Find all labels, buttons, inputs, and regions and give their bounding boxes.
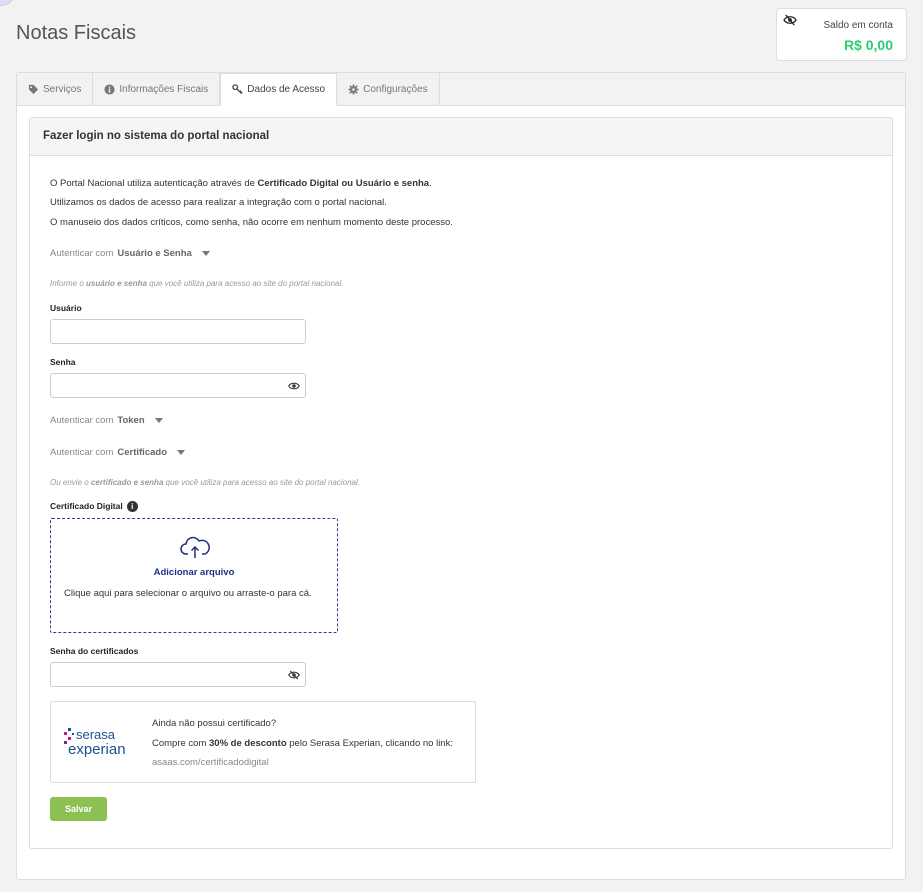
caret-down-icon: [201, 251, 210, 256]
tab-servicos[interactable]: Serviços: [17, 73, 94, 105]
toggle-bold: Token: [117, 415, 145, 426]
password-input[interactable]: [50, 373, 306, 398]
intro-text: O Portal Nacional utiliza autenticação a…: [50, 178, 258, 189]
toggle-auth-user-password[interactable]: Autenticar com Usuário e Senha: [50, 248, 210, 259]
tab-dados-de-acesso[interactable]: Dados de Acesso: [220, 73, 338, 106]
upload-title: Adicionar arquivo: [153, 567, 235, 578]
user-label: Usuário: [50, 303, 82, 313]
upload-description: Clique aqui para selecionar o arquivo ou…: [64, 588, 312, 599]
user-hint: Informe o usuário e senha que você utili…: [50, 279, 344, 288]
toggle-auth-certificate[interactable]: Autenticar com Certificado: [50, 447, 185, 458]
cloud-upload-icon: [180, 536, 210, 558]
eye-slash-icon[interactable]: [783, 14, 797, 26]
info-icon: [104, 83, 115, 95]
hint-emphasis: certificado e senha: [90, 478, 164, 487]
tab-label: Dados de Acesso: [247, 84, 326, 95]
offer-text: Compre com: [152, 738, 210, 749]
toggle-prefix: Autenticar com: [50, 248, 114, 259]
save-button[interactable]: Salvar: [50, 797, 107, 821]
tab-informacoes-fiscais[interactable]: Informações Fiscais: [93, 73, 221, 105]
tag-icon: [28, 84, 39, 94]
toggle-prefix: Autenticar com: [50, 447, 114, 458]
eye-icon[interactable]: [288, 381, 300, 391]
balance-value: R$ 0,00: [843, 37, 893, 53]
corner-decoration: [0, 0, 14, 6]
certificate-label: Certificado Digital i: [50, 501, 138, 513]
serasa-link[interactable]: asaas.com/certificadodigital: [152, 757, 269, 768]
tab-label: Configurações: [363, 83, 428, 95]
caret-down-icon: [177, 450, 185, 455]
intro-line-1: O Portal Nacional utiliza autenticação a…: [50, 178, 432, 189]
tab-label: Informações Fiscais: [119, 83, 209, 95]
hint-emphasis: usuário e senha: [86, 279, 147, 288]
hint-text: Informe o: [50, 279, 87, 288]
info-icon[interactable]: i: [126, 501, 138, 513]
offer-text-end: pelo Serasa Experian, clicando no link:: [286, 738, 453, 749]
logo-line-1: serasa: [76, 727, 116, 742]
offer-discount: 30% de desconto: [209, 738, 287, 749]
logo-line-2: experian: [68, 741, 126, 758]
intro-text-end: .: [429, 178, 432, 189]
hint-text-end: que você utiliza para acesso ao site do …: [146, 279, 344, 288]
intro-line-2: Utilizamos os dados de acesso para reali…: [50, 197, 387, 208]
page-title: Notas Fiscais: [16, 22, 137, 44]
certificate-password-label: Senha do certificados: [50, 646, 139, 656]
hint-text: Ou envie o: [50, 478, 91, 487]
serasa-offer: Compre com 30% de desconto pelo Serasa E…: [152, 738, 453, 749]
certificate-hint: Ou envie o certificado e senha que você …: [50, 478, 360, 487]
toggle-auth-token[interactable]: Autenticar com Token: [50, 415, 163, 426]
user-input[interactable]: [50, 319, 306, 344]
login-card: Fazer login no sistema do portal naciona…: [29, 117, 893, 849]
balance-card: Saldo em conta R$ 0,00: [776, 8, 907, 61]
caret-down-icon: [154, 418, 163, 423]
toggle-bold: Certificado: [117, 447, 167, 458]
hint-text-end: que você utiliza para acesso ao site do …: [163, 478, 360, 487]
certificate-label-text: Certificado Digital: [50, 501, 123, 511]
serasa-experian-logo: serasa experian: [64, 727, 126, 758]
eye-slash-icon[interactable]: [288, 670, 300, 680]
intro-line-3: O manuseio dos dados críticos, como senh…: [50, 217, 453, 228]
certificate-password-input[interactable]: [50, 662, 306, 687]
tab-bar: Serviços Informações Fiscais Dados de Ac…: [17, 73, 905, 106]
intro-emphasis: Certificado Digital ou Usuário e senha: [257, 178, 430, 189]
balance-label: Saldo em conta: [823, 20, 894, 31]
toggle-prefix: Autenticar com: [50, 415, 114, 426]
login-card-header: Fazer login no sistema do portal naciona…: [30, 118, 892, 156]
serasa-question: Ainda não possui certificado?: [152, 718, 277, 729]
tab-configuracoes[interactable]: Configurações: [337, 73, 440, 105]
key-icon: [232, 84, 243, 95]
tab-label: Serviços: [43, 83, 82, 95]
password-label: Senha: [50, 357, 76, 367]
file-upload-dropzone[interactable]: Adicionar arquivo Clique aqui para selec…: [50, 518, 338, 633]
serasa-promo: serasa experian Ainda não possui certifi…: [50, 701, 476, 783]
main-panel: Serviços Informações Fiscais Dados de Ac…: [16, 72, 906, 880]
toggle-bold: Usuário e Senha: [117, 248, 192, 259]
gear-icon: [348, 83, 359, 95]
